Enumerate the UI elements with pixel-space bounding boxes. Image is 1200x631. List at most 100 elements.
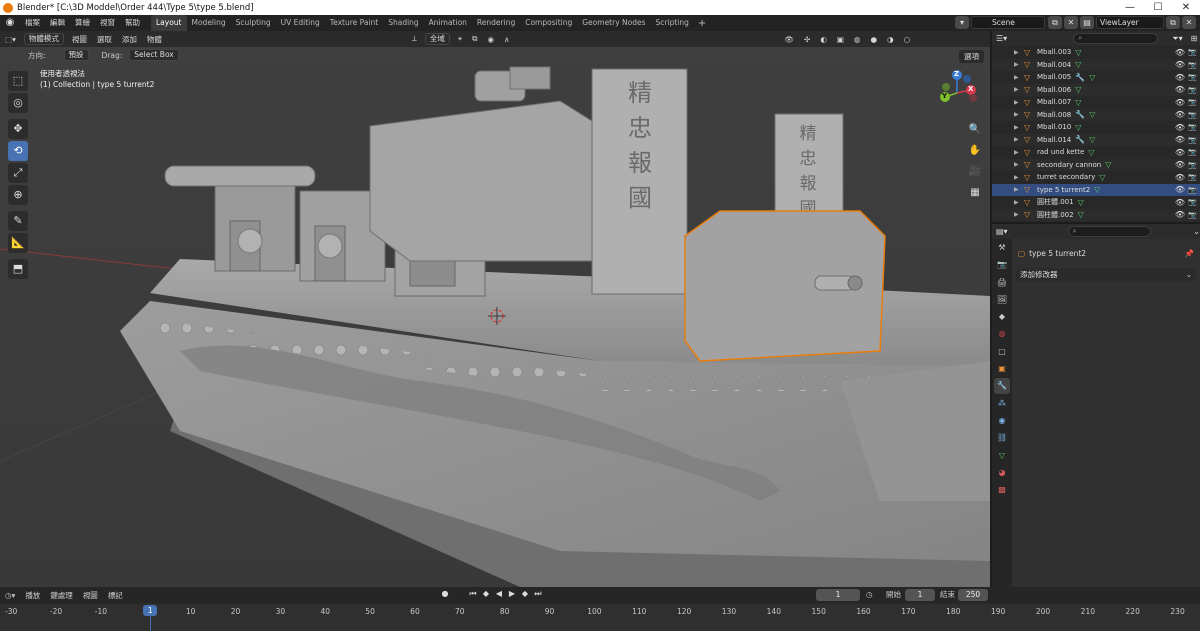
tab-sculpting[interactable]: Sculpting (231, 15, 276, 31)
menu-edit[interactable]: 編輯 (45, 15, 70, 31)
overlay-toggle-icon[interactable]: ◐ (815, 35, 832, 44)
transform-tool-icon[interactable]: ⊕ (8, 185, 28, 205)
visibility-eye-icon[interactable]: 👁 (1175, 60, 1185, 69)
menu-select[interactable]: 選取 (92, 34, 117, 45)
view-layer-icon[interactable]: ▤ (1080, 16, 1094, 29)
timeline-menu-keying[interactable]: 鍵處理 (45, 590, 78, 601)
menu-render[interactable]: 算繪 (70, 15, 95, 31)
outliner-row[interactable]: ▶ ▽ rad und kette ▽ 👁 📷 (992, 146, 1200, 159)
tab-rendering[interactable]: Rendering (472, 15, 520, 31)
render-camera-icon[interactable]: 📷 (1188, 123, 1197, 131)
tab-texture-paint[interactable]: Texture Paint (325, 15, 383, 31)
outliner-row[interactable]: ▶ ▽ Mball.005 🔧 ▽ 👁 📷 (992, 71, 1200, 84)
play-reverse-icon[interactable]: ◀ (494, 589, 504, 599)
playhead-marker[interactable]: 1 (143, 605, 158, 616)
expand-caret-icon[interactable]: ▶ (1014, 149, 1024, 156)
outliner-row[interactable]: ▶ ▽ 圓柱體.001 ▽ 👁 📷 (992, 196, 1200, 209)
expand-caret-icon[interactable]: ▶ (1014, 199, 1024, 206)
visibility-eye-icon[interactable]: 👁 (1175, 98, 1185, 107)
end-frame-field[interactable]: 250 (958, 589, 988, 601)
close-button[interactable]: ✕ (1172, 2, 1200, 13)
render-camera-icon[interactable]: 📷 (1188, 136, 1197, 144)
snap-icon[interactable]: ⧉ (467, 34, 482, 44)
timeline-menu-view[interactable]: 視圖 (78, 590, 103, 601)
scale-tool-icon[interactable]: ⤢ (8, 163, 28, 183)
camera-view-icon[interactable]: 🎥 (966, 163, 984, 181)
properties-search-input[interactable]: ⌕ (1067, 226, 1152, 237)
record-icon[interactable]: ● (440, 589, 450, 598)
scene-icon[interactable]: ▾ (955, 16, 969, 29)
new-collection-icon[interactable]: ⊞ (1191, 34, 1198, 43)
annotate-tool-icon[interactable]: ✎ (8, 211, 28, 231)
expand-caret-icon[interactable]: ▶ (1014, 86, 1024, 93)
select-box-tool-icon[interactable]: ⬚ (8, 71, 28, 91)
scene-tab-icon[interactable]: ◆ (994, 309, 1010, 325)
visibility-eye-icon[interactable]: 👁 (1175, 210, 1185, 219)
pin-object-icon[interactable]: 📌 (1185, 249, 1194, 258)
data-tab-icon[interactable]: ▽ (994, 448, 1010, 464)
outliner-row[interactable]: ▶ ▽ type 5 turrent2 ▽ 👁 📷 (992, 183, 1200, 196)
visibility-eye-icon[interactable]: 👁 (1175, 123, 1185, 132)
particles-tab-icon[interactable]: ⁂ (994, 396, 1010, 412)
visibility-eye-icon[interactable]: 👁 (1175, 148, 1185, 157)
view-layer-selector[interactable]: ViewLayer (1096, 16, 1164, 29)
outliner-search-input[interactable]: ⌕ (1073, 33, 1159, 44)
outliner-row[interactable]: ▶ ▽ Mball.006 ▽ 👁 📷 (992, 83, 1200, 96)
add-workspace-button[interactable]: + (694, 18, 710, 29)
drag-selector[interactable]: Select Box (129, 49, 179, 61)
xray-icon[interactable]: ▣ (832, 35, 849, 44)
visibility-eye-icon[interactable]: 👁 (1175, 110, 1185, 119)
pivot-icon[interactable]: ⌖ (453, 34, 467, 44)
rotate-tool-icon[interactable]: ⟲ (8, 141, 28, 161)
new-scene-icon[interactable]: ⧉ (1048, 16, 1062, 29)
expand-caret-icon[interactable]: ▶ (1014, 186, 1024, 193)
render-camera-icon[interactable]: 📷 (1188, 48, 1197, 56)
visibility-eye-icon[interactable]: 👁 (1175, 173, 1185, 182)
outliner-row[interactable]: ▶ ▽ secondary cannon ▽ 👁 📷 (992, 158, 1200, 171)
shading-solid-icon[interactable]: ● (866, 35, 883, 44)
move-tool-icon[interactable]: ✥ (8, 119, 28, 139)
new-view-layer-icon[interactable]: ⧉ (1166, 16, 1180, 29)
shading-rendered-icon[interactable]: ○ (899, 35, 916, 44)
expand-caret-icon[interactable]: ▶ (1014, 211, 1024, 218)
shading-wireframe-icon[interactable]: ◍ (849, 35, 866, 44)
view-layer-tab-icon[interactable]: 🖼 (994, 292, 1010, 308)
render-tab-icon[interactable]: 📷 (994, 257, 1010, 273)
mode-selector[interactable]: 物體模式 (23, 33, 64, 45)
texture-tab-icon[interactable]: ▩ (994, 482, 1010, 498)
menu-file[interactable]: 檔案 (20, 15, 45, 31)
expand-caret-icon[interactable]: ▶ (1014, 111, 1024, 118)
jump-end-icon[interactable]: ⏭ (533, 589, 543, 599)
tab-shading[interactable]: Shading (383, 15, 423, 31)
timeline-ruler[interactable]: -30 -20 -10 1 10 20 30 40 50 60 70 80 90 100 110 120 130… (0, 604, 1200, 631)
expand-caret-icon[interactable]: ▶ (1014, 124, 1024, 131)
menu-view[interactable]: 視圖 (67, 34, 92, 45)
minimize-button[interactable]: — (1116, 2, 1144, 13)
tab-compositing[interactable]: Compositing (520, 15, 577, 31)
tab-modeling[interactable]: Modeling (187, 15, 231, 31)
expand-caret-icon[interactable]: ▶ (1014, 49, 1024, 56)
outliner-row[interactable]: ▶ ▽ 圓柱體.002 ▽ 👁 📷 (992, 208, 1200, 221)
transform-orientation-selector[interactable]: 全域 (424, 33, 450, 45)
render-camera-icon[interactable]: 📷 (1188, 161, 1197, 169)
menu-window[interactable]: 視窗 (95, 15, 120, 31)
render-camera-icon[interactable]: 📷 (1188, 173, 1197, 181)
tab-geometry-nodes[interactable]: Geometry Nodes (577, 15, 650, 31)
render-camera-icon[interactable]: 📷 (1188, 61, 1197, 69)
outliner-row[interactable]: ▶ ▽ turret secondary ▽ 👁 📷 (992, 171, 1200, 184)
outliner-row[interactable]: ▶ ▽ Mball.014 🔧 ▽ 👁 📷 (992, 133, 1200, 146)
outliner-row[interactable]: ▶ ▽ Mball.010 ▽ 👁 📷 (992, 121, 1200, 134)
properties-editor-icon[interactable]: ▤▾ (996, 227, 1008, 236)
visibility-eye-icon[interactable]: 👁 (1175, 160, 1185, 169)
visibility-eye-icon[interactable]: 👁 (1175, 135, 1185, 144)
tab-uv-editing[interactable]: UV Editing (276, 15, 325, 31)
world-tab-icon[interactable]: ◍ (994, 326, 1010, 342)
expand-caret-icon[interactable]: ▶ (1014, 74, 1024, 81)
output-tab-icon[interactable]: 🖨 (994, 275, 1010, 291)
render-camera-icon[interactable]: 📷 (1188, 73, 1197, 81)
render-camera-icon[interactable]: 📷 (1188, 198, 1197, 206)
perspective-grid-icon[interactable]: ▦ (966, 184, 984, 202)
next-keyframe-icon[interactable]: ◆ (520, 589, 530, 599)
timeline-editor-icon[interactable]: ◷▾ (0, 591, 20, 600)
tab-scripting[interactable]: Scripting (651, 15, 694, 31)
